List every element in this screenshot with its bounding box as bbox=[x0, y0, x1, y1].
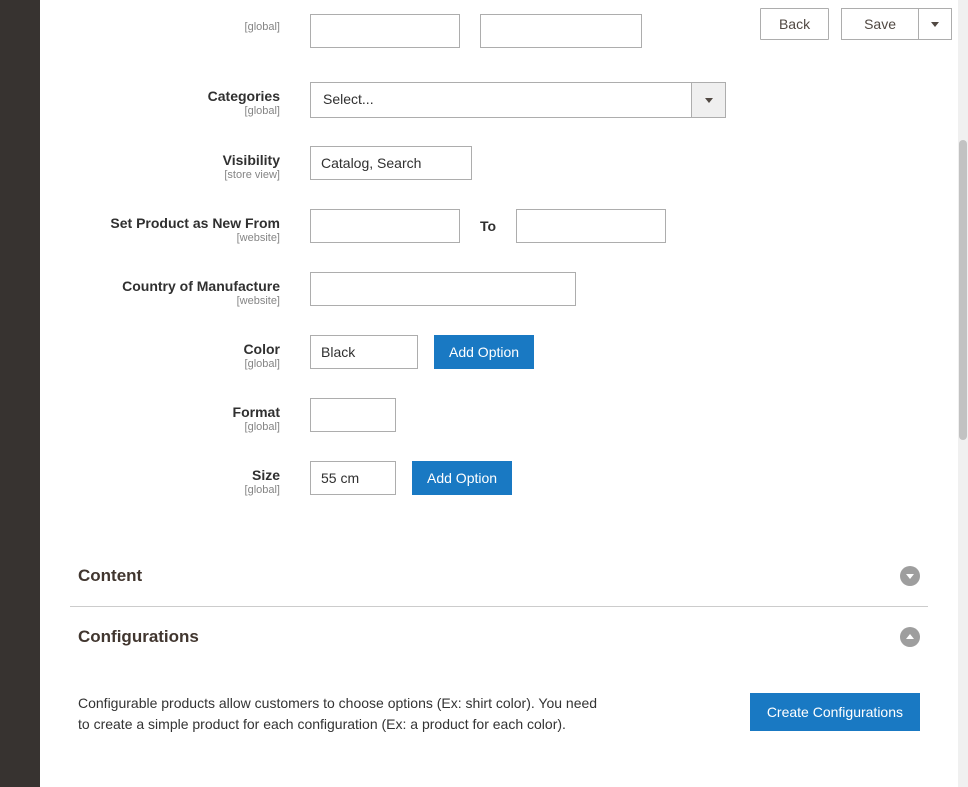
size-scope: [global] bbox=[76, 484, 280, 496]
country-label: Country of Manufacture bbox=[76, 278, 280, 294]
chevron-up-icon bbox=[900, 627, 920, 647]
categories-scope: [global] bbox=[76, 105, 280, 117]
section-content-header[interactable]: Content bbox=[70, 546, 928, 607]
page-container: Back Save [global] bbox=[40, 0, 968, 787]
field-row-format: Format [global] bbox=[40, 398, 940, 433]
chevron-down-icon bbox=[900, 566, 920, 586]
visibility-label: Visibility bbox=[76, 152, 280, 168]
country-scope: [website] bbox=[76, 295, 280, 307]
size-label: Size bbox=[76, 467, 280, 483]
new-to-date[interactable] bbox=[516, 209, 666, 243]
new-from-label: Set Product as New From bbox=[76, 215, 280, 231]
format-scope: [global] bbox=[76, 421, 280, 433]
create-configurations-button[interactable]: Create Configurations bbox=[750, 693, 920, 731]
field-row-size: Size [global] Add Option bbox=[40, 461, 940, 496]
top-input-1[interactable] bbox=[310, 14, 460, 48]
content-section-title: Content bbox=[78, 566, 142, 586]
format-label: Format bbox=[76, 404, 280, 420]
categories-multiselect[interactable]: Select... bbox=[310, 82, 726, 118]
color-label: Color bbox=[76, 341, 280, 357]
color-scope: [global] bbox=[76, 358, 280, 370]
size-select[interactable] bbox=[310, 461, 396, 495]
configurations-section-title: Configurations bbox=[78, 627, 199, 647]
new-from-scope: [website] bbox=[76, 232, 280, 244]
section-configurations-header[interactable]: Configurations bbox=[70, 607, 928, 667]
format-select[interactable] bbox=[310, 398, 396, 432]
add-option-size-button[interactable]: Add Option bbox=[412, 461, 512, 495]
new-from-date[interactable] bbox=[310, 209, 460, 243]
visibility-select[interactable] bbox=[310, 146, 472, 180]
save-button[interactable]: Save bbox=[841, 8, 918, 40]
to-label: To bbox=[476, 218, 500, 234]
product-form: [global] Categories [global] bbox=[40, 14, 940, 496]
content-area: [global] Categories [global] bbox=[40, 0, 958, 787]
configurations-body: Configurable products allow customers to… bbox=[78, 693, 920, 735]
admin-sidebar[interactable] bbox=[0, 0, 40, 787]
caret-down-icon bbox=[705, 98, 713, 103]
add-option-color-button[interactable]: Add Option bbox=[434, 335, 534, 369]
visibility-scope: [store view] bbox=[76, 169, 280, 181]
country-select[interactable] bbox=[310, 272, 576, 306]
caret-down-icon bbox=[931, 22, 939, 27]
scrollbar-thumb[interactable] bbox=[959, 140, 967, 440]
field-scope: [global] bbox=[76, 21, 280, 33]
categories-label: Categories bbox=[76, 88, 280, 104]
back-button[interactable]: Back bbox=[760, 8, 829, 40]
field-row-categories: Categories [global] Select... bbox=[40, 82, 940, 118]
save-dropdown-toggle[interactable] bbox=[918, 8, 952, 40]
configurations-description: Configurable products allow customers to… bbox=[78, 693, 598, 735]
field-row-visibility: Visibility [store view] bbox=[40, 146, 940, 181]
header-actions: Back Save bbox=[760, 8, 952, 40]
top-input-2[interactable] bbox=[480, 14, 642, 48]
field-row-color: Color [global] Add Option bbox=[40, 335, 940, 370]
field-row-new-from: Set Product as New From [website] To bbox=[40, 209, 940, 244]
save-button-group: Save bbox=[841, 8, 952, 40]
color-select[interactable] bbox=[310, 335, 418, 369]
categories-input[interactable]: Select... bbox=[310, 82, 692, 118]
scrollbar-track[interactable] bbox=[958, 0, 968, 787]
field-row-country: Country of Manufacture [website] bbox=[40, 272, 940, 307]
categories-toggle[interactable] bbox=[692, 82, 726, 118]
